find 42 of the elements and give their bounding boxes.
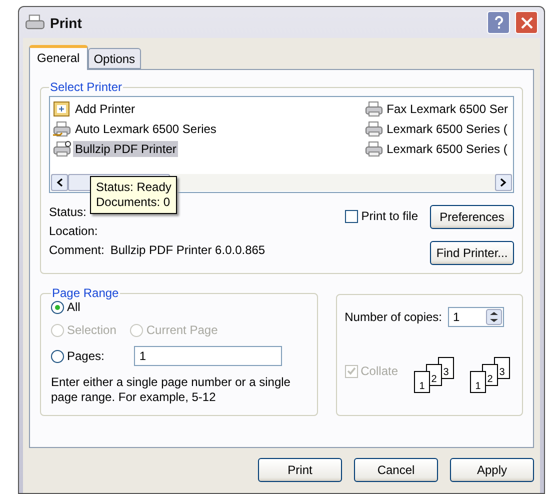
printer-icon <box>53 141 71 157</box>
printer-item[interactable]: Lexmark 6500 Series ( <box>364 140 510 158</box>
dialog-button[interactable]: Find Printer... <box>430 241 514 265</box>
tooltip: Status: Ready Documents: 0 <box>90 176 178 214</box>
printer-icon <box>364 101 383 117</box>
question-mark-icon <box>494 16 504 29</box>
dialog-button[interactable]: Print <box>258 458 342 482</box>
tab[interactable]: Options <box>88 48 142 69</box>
dialog-button[interactable]: Preferences <box>430 205 514 229</box>
window-title: Print <box>50 14 83 30</box>
location-label: Location: <box>49 224 99 238</box>
close-icon <box>520 16 532 28</box>
checkmark-icon <box>346 367 356 375</box>
group-title: Select Printer <box>49 80 124 94</box>
printer-item[interactable]: Fax Lexmark 6500 Ser <box>364 100 510 118</box>
comment-text: Bullzip PDF Printer 6.0.0.865 <box>110 243 266 257</box>
tab[interactable]: General <box>29 45 88 70</box>
printer-icon <box>25 14 45 32</box>
help-button[interactable] <box>487 11 510 34</box>
dialog-button[interactable]: Cancel <box>354 458 438 482</box>
radio-option[interactable]: Pages: <box>51 349 104 363</box>
radio-option[interactable]: All <box>51 300 307 314</box>
spinner-arrows-icon <box>486 309 502 325</box>
print-to-file-checkbox[interactable]: Print to file <box>345 209 418 223</box>
status-label: Status: <box>49 205 88 219</box>
printer-icon <box>364 121 383 137</box>
printer-icon <box>53 121 71 137</box>
collate-pages-drawing: 1 2 3 <box>414 355 458 395</box>
printer-icon <box>364 141 383 157</box>
group-title: Page Range <box>51 286 120 300</box>
printer-item[interactable]: Auto Lexmark 6500 Series <box>53 120 218 138</box>
close-button[interactable] <box>515 11 538 34</box>
hint-text: Enter either a single page number or a single page range. For example, 5-12 <box>51 375 292 405</box>
copies-label: Number of copies: <box>344 310 442 324</box>
add-printer-icon <box>53 101 71 117</box>
comment-label: Comment: <box>49 243 104 257</box>
printer-item[interactable]: Lexmark 6500 Series ( <box>364 120 510 138</box>
printer-item[interactable]: Add Printer <box>53 100 218 118</box>
collate-pages-drawing: 1 2 3 <box>470 355 514 395</box>
pages-input[interactable]: 1 <box>134 346 282 366</box>
dialog-button[interactable]: Apply <box>450 458 534 482</box>
copies-spinner[interactable]: 1 <box>448 307 504 327</box>
